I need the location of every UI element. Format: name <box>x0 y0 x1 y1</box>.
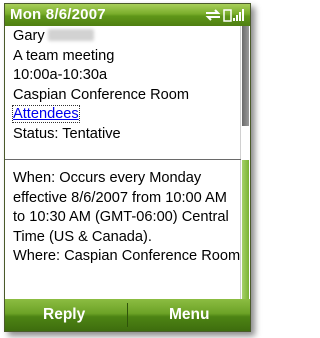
location: Caspian Conference Room <box>13 86 190 103</box>
device-screen: Mon 8/6/2007 Gary A team meeting 10:00a-… <box>4 3 251 332</box>
notes-scrollbar[interactable] <box>240 160 250 299</box>
appointment-details: Gary A team meeting 10:00a-10:30a Caspia… <box>5 26 250 299</box>
softkey-bar: Reply Menu <box>5 299 250 331</box>
reply-softkey[interactable]: Reply <box>43 306 85 324</box>
recurrence-line: Time (US & Canada). <box>13 228 152 245</box>
status-icons <box>204 7 246 23</box>
menu-softkey[interactable]: Menu <box>169 306 209 324</box>
recurrence-line: effective 8/6/2007 from 10:00 AM <box>13 189 227 206</box>
recurrence-line: When: Occurs every Monday <box>13 170 202 186</box>
softkey-divider <box>127 303 128 327</box>
time-range: 10:00a-10:30a <box>13 67 108 83</box>
recurrence-notes-pane[interactable]: When: Occurs every Monday effective 8/6/… <box>5 160 241 299</box>
summary-scrollbar[interactable] <box>240 26 250 159</box>
recurrence-line: Where: Caspian Conference Room <box>13 248 241 264</box>
redacted-surname <box>47 29 94 41</box>
sync-icon <box>205 9 221 21</box>
attendees-link[interactable]: Attendees <box>12 105 80 123</box>
organizer-name: Gary <box>13 28 45 44</box>
recurrence-line: to 10:30 AM (GMT-06:00) Central <box>13 209 229 225</box>
notes-scrollbar-thumb[interactable] <box>242 160 249 299</box>
title-bar: Mon 8/6/2007 <box>5 4 250 26</box>
date-label: Mon 8/6/2007 <box>10 6 106 23</box>
organizer-line: Gary <box>13 27 237 47</box>
signal-strength-icon <box>223 9 244 22</box>
appointment-summary-pane[interactable]: Gary A team meeting 10:00a-10:30a Caspia… <box>5 26 241 160</box>
status-text: Status: Tentative <box>13 125 121 142</box>
summary-scrollbar-thumb[interactable] <box>242 26 249 126</box>
subject: A team meeting <box>13 47 115 64</box>
